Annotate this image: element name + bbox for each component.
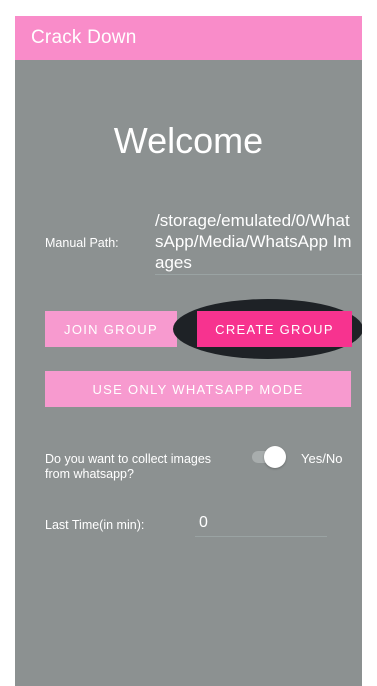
app-bar: Crack Down <box>15 16 362 60</box>
app-screen: Crack Down Welcome Manual Path: /storage… <box>15 16 362 686</box>
last-time-input[interactable] <box>195 510 327 537</box>
join-group-button[interactable]: JOIN GROUP <box>45 311 177 347</box>
create-group-button[interactable]: CREATE GROUP <box>197 311 352 347</box>
yes-no-label: Yes/No <box>301 451 343 466</box>
switch-thumb <box>264 446 286 468</box>
manual-path-input[interactable]: /storage/emulated/0/WhatsApp/Media/Whats… <box>155 210 355 273</box>
manual-path-label: Manual Path: <box>45 236 119 250</box>
app-title: Crack Down <box>31 27 137 48</box>
manual-path-underline <box>155 274 362 275</box>
welcome-heading: Welcome <box>113 120 264 161</box>
collect-toggle-switch[interactable] <box>250 446 286 468</box>
whatsapp-mode-button[interactable]: USE ONLY WHATSAPP MODE <box>45 371 351 407</box>
last-time-label: Last Time(in min): <box>45 518 145 532</box>
collect-question-label: Do you want to collect images from whats… <box>45 452 212 481</box>
